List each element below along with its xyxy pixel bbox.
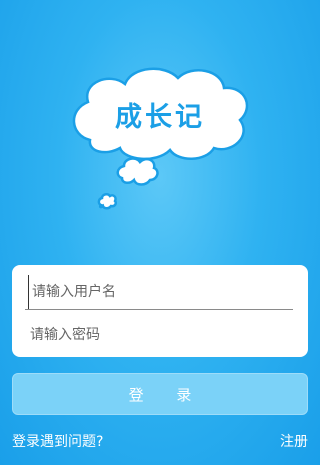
password-input[interactable] <box>28 318 300 352</box>
username-input[interactable] <box>28 275 302 309</box>
app-title: 成长记 <box>115 102 205 133</box>
app-logo: 成长记 <box>0 0 320 240</box>
login-help-link[interactable]: 登录遇到问题? <box>12 431 103 451</box>
field-divider <box>25 309 293 310</box>
register-link[interactable]: 注册 <box>280 431 308 451</box>
login-button[interactable]: 登 录 <box>12 373 308 415</box>
